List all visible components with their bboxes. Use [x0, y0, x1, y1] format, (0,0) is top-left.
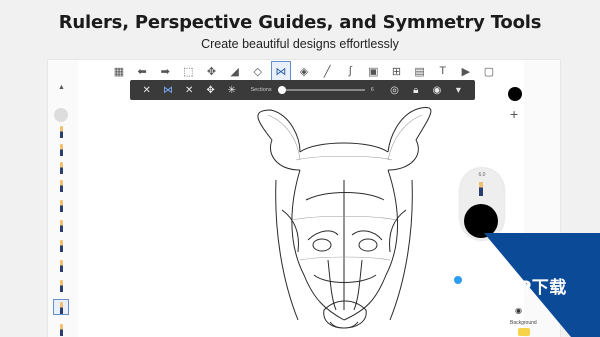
fullscreen-icon[interactable]: ▢ — [480, 62, 498, 80]
brush-item[interactable] — [54, 238, 68, 252]
stroke-icon[interactable]: ╱ — [318, 62, 336, 80]
current-color-dot[interactable] — [464, 204, 498, 238]
brush-item[interactable] — [54, 218, 68, 232]
fill-icon[interactable]: ◈ — [295, 62, 313, 80]
watermark-subtext: PCPOP Download — [480, 293, 522, 299]
add-icon[interactable]: + — [510, 106, 518, 122]
layer-thumbnail[interactable] — [518, 328, 530, 336]
brush-library: ▲ — [48, 60, 78, 337]
symmetry-toolbar: ✕ ⋈ ✕ ✥ ✳ Sections 6 ◎ 🔒︎ ◉ ▾ — [130, 80, 475, 100]
brush-item[interactable] — [54, 124, 68, 138]
center-target-icon[interactable]: ◎ — [384, 85, 405, 96]
brush-item[interactable] — [54, 160, 68, 174]
current-brush-icon — [479, 182, 483, 196]
drawing-canvas[interactable] — [86, 60, 502, 337]
sections-slider-knob[interactable] — [277, 86, 286, 94]
symmetry-vertical-icon[interactable]: ⋈ — [157, 85, 178, 96]
page-subtitle: Create beautiful designs effortlessly — [201, 37, 399, 51]
transform-icon[interactable]: ✥ — [203, 62, 221, 80]
brush-item[interactable] — [54, 142, 68, 156]
perspective-icon[interactable]: ⊞ — [388, 62, 406, 80]
image-icon[interactable]: ▣ — [364, 62, 382, 80]
dropdown-arrow-icon[interactable]: ▾ — [448, 85, 469, 96]
brush-item[interactable] — [54, 322, 68, 336]
undo-icon[interactable]: ⬅ — [133, 62, 151, 80]
grid-icon[interactable]: ▦ — [110, 62, 128, 80]
brush-item[interactable] — [54, 258, 68, 272]
brush-item[interactable] — [54, 178, 68, 192]
shape-icon[interactable]: ◇ — [249, 62, 267, 80]
brush-item[interactable] — [54, 278, 68, 292]
sections-slider[interactable] — [277, 86, 365, 94]
page-title: Rulers, Perspective Guides, and Symmetry… — [58, 12, 542, 33]
symmetry-horizontal-icon[interactable]: ✕ — [179, 85, 200, 96]
visibility-eye-icon[interactable]: ◉ — [426, 85, 447, 96]
brush-puck[interactable]: 6.0 — [460, 168, 504, 240]
curve-icon[interactable]: ∫ — [341, 62, 359, 80]
select-icon[interactable]: ⬚ — [179, 62, 197, 80]
text-icon[interactable]: T — [434, 62, 452, 80]
library-up-icon[interactable]: ▲ — [58, 84, 65, 91]
top-toolbar: ▦ ⬅ ➡ ⬚ ✥ ◢ ◇ ⋈ ◈ ╱ ∫ ▣ ⊞ ▤ T ▶ ▢ — [104, 61, 504, 81]
symmetry-icon[interactable]: ⋈ — [270, 61, 291, 81]
brush-size-label: 6.0 — [478, 172, 486, 178]
layer-visibility-icon[interactable]: ◉ — [515, 306, 522, 315]
lock-icon[interactable]: 🔒︎ — [405, 85, 426, 96]
brush-item-selected[interactable] — [53, 299, 69, 315]
redo-icon[interactable]: ➡ — [156, 62, 174, 80]
brush-item[interactable] — [54, 198, 68, 212]
symmetry-radial-icon[interactable]: ✳ — [221, 85, 242, 96]
symmetry-quadrant-icon[interactable]: ✥ — [200, 85, 221, 96]
sections-value: 6 — [370, 87, 374, 93]
sections-label: Sections — [250, 87, 272, 93]
color-swatch[interactable] — [508, 87, 522, 101]
close-icon[interactable]: ✕ — [136, 85, 157, 96]
layer-name: Background — [510, 320, 537, 326]
dog-sketch-drawing — [257, 106, 432, 329]
ruler-icon[interactable]: ◢ — [226, 62, 244, 80]
brush-preview-circle[interactable] — [54, 108, 68, 122]
layers-fx-icon[interactable]: ▤ — [411, 62, 429, 80]
video-icon[interactable]: ▶ — [457, 62, 475, 80]
